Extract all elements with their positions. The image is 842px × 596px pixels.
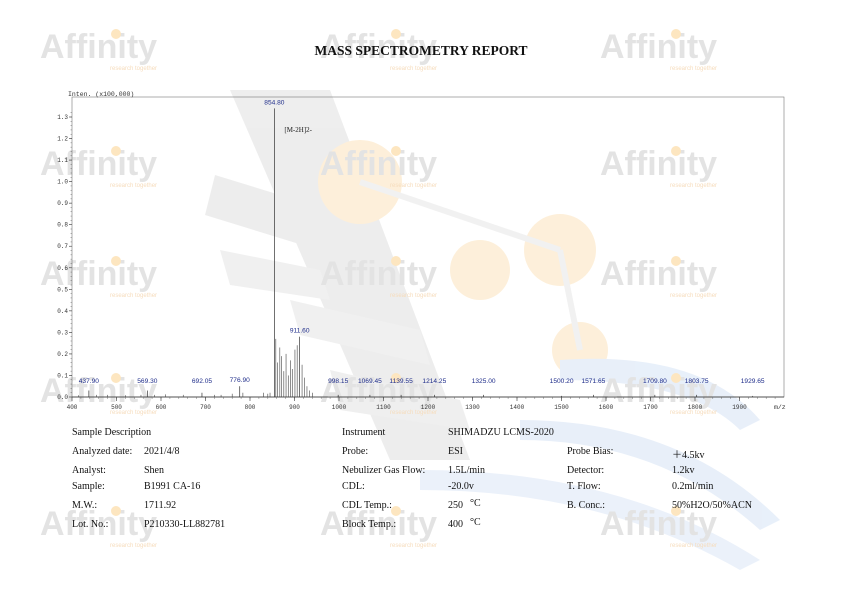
y-tick-label: 0.4 (57, 308, 68, 315)
analyst-value: Shen (144, 465, 164, 476)
watermark-logo-tagline: research together (110, 543, 157, 549)
ion-annotation: [M-2H]2- (284, 126, 312, 134)
y-tick-label: 0.7 (57, 243, 68, 250)
lot-number-label: Lot. No.: (72, 519, 109, 530)
x-tick-label: 1600 (599, 404, 614, 411)
x-tick-label: 900 (289, 404, 300, 411)
peak-labels: 437.90 569.30 692.05 776.90 854.80 911.60 998.… (79, 99, 765, 385)
y-tick-label: 0.8 (57, 222, 68, 229)
x-tick-label: 600 (156, 404, 167, 411)
x-tick-label: 1000 (332, 404, 347, 411)
watermark-logo-dot (111, 506, 121, 516)
watermark-logo-tagline: research together (390, 543, 437, 549)
probe-value: ESI (448, 446, 463, 457)
x-axis-label: m/z (774, 404, 786, 411)
instrument-heading: Instrument (342, 427, 386, 438)
x-tick-label: 1300 (465, 404, 480, 411)
analyzed-date-label: Analyzed date: (72, 446, 133, 457)
watermark-logo-dot (391, 506, 401, 516)
peak-label: 776.90 (230, 377, 251, 384)
mw-label: M.W.: (72, 500, 98, 511)
instrument-value: SHIMADZU LCMS-2020 (448, 427, 554, 438)
block-temp-label: Block Temp.: (342, 519, 397, 530)
peak-label: 1325.00 (472, 378, 496, 385)
b-conc-value: 50%H2O/50%ACN (672, 500, 752, 511)
mass-spectrum-chart: Inten. (x100,000) m/z 0.00.10.20.30.40.5… (57, 91, 786, 411)
t-flow-label: T. Flow: (567, 481, 601, 492)
peak-label: 692.05 (192, 378, 213, 385)
sample-description-heading: Sample Description (72, 427, 152, 438)
y-tick-label: 0.6 (57, 265, 68, 272)
x-tick-label: 1500 (554, 404, 569, 411)
block-temp-value: 400 (448, 519, 463, 530)
cdl-temp-unit: °C (470, 498, 481, 509)
y-tick-label: 1.0 (57, 179, 68, 186)
block-temp-unit: °C (470, 517, 481, 528)
y-tick-label: 1.1 (57, 157, 68, 164)
cdl-temp-label: CDL Temp.: (342, 500, 392, 511)
cdl-label: CDL: (342, 481, 365, 492)
lot-number-value: P210330-LL882781 (144, 519, 226, 530)
peak-label: 1500.20 (550, 378, 574, 385)
y-tick-label: 0.9 (57, 200, 68, 207)
peak-label: 911.60 (290, 328, 310, 335)
x-tick-label: 500 (111, 404, 122, 411)
y-tick-label: 1.2 (57, 136, 68, 143)
peak-label: 1929.65 (741, 378, 765, 385)
probe-bias-label: Probe Bias: (567, 446, 614, 457)
peak-label: 1571.65 (581, 378, 605, 385)
x-tick-label: 1100 (376, 404, 391, 411)
y-tick-label: 0.5 (57, 286, 68, 293)
chart-axes: 0.0 0.1 0.2 0.3 0.4 0.5 0.6 0.7 0.8 0.9 1.0 1.1 1.2 1… (57, 96, 785, 411)
x-tick-label: 1400 (510, 404, 525, 411)
x-tick-label: 1700 (643, 404, 658, 411)
peak-label: 1139.55 (389, 378, 413, 385)
y-tick-label: 0.2 (57, 351, 68, 358)
watermark-logo-tagline: research together (670, 543, 717, 549)
peak-label: 437.90 (79, 378, 100, 385)
cdl-temp-value: 250 (448, 500, 463, 511)
nebulizer-label: Nebulizer Gas Flow: (342, 465, 426, 476)
peak-label: 854.80 (264, 99, 285, 106)
peak-label: 1069.45 (358, 378, 382, 385)
probe-label: Probe: (342, 446, 369, 457)
sample-value: B1991 CA-16 (144, 481, 201, 492)
sample-label: Sample: (72, 481, 105, 492)
analyst-label: Analyst: (72, 465, 106, 476)
analyzed-date-value: 2021/4/8 (144, 446, 180, 457)
peak-label: 998.15 (328, 378, 349, 385)
plot-frame (71, 96, 785, 398)
peak-label: 1709.80 (643, 378, 667, 385)
watermark-logo: Affinityresearch together (600, 505, 717, 549)
x-tick-label: 1200 (421, 404, 436, 411)
peak-label: 1803.75 (685, 378, 709, 385)
mw-value: 1711.92 (144, 500, 177, 511)
x-tick-label: 1800 (688, 404, 703, 411)
detector-label: Detector: (567, 465, 605, 476)
x-tick-label: 700 (200, 404, 211, 411)
peak-label: 569.30 (137, 378, 158, 385)
spectrum-peaks (78, 108, 754, 397)
y-tick-label: 0.1 (57, 372, 68, 379)
cdl-value: -20.0v (448, 481, 474, 492)
y-tick-label: 1.3 (57, 114, 68, 121)
y-tick-label: 0.3 (57, 329, 68, 336)
x-tick-label: 1900 (732, 404, 747, 411)
probe-bias-value: ＋4.5kv (672, 450, 705, 461)
x-tick-label: 800 (245, 404, 256, 411)
b-conc-label: B. Conc.: (567, 500, 606, 511)
t-flow-value: 0.2ml/min (672, 481, 714, 492)
peak-label: 1214.25 (422, 378, 446, 385)
nebulizer-value: 1.5L/min (448, 465, 485, 476)
detector-value: 1.2kv (672, 465, 695, 476)
x-tick-label: 400 (67, 404, 78, 411)
y-tick-label: 0.0 (57, 394, 68, 401)
